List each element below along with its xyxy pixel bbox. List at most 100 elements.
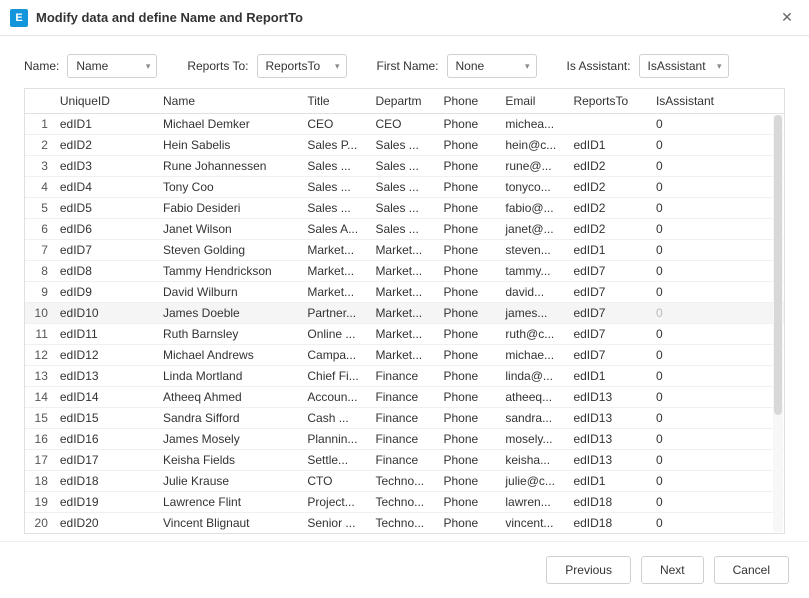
cell-phone[interactable]: Phone bbox=[438, 344, 500, 365]
rownum[interactable]: 1 bbox=[25, 113, 54, 134]
col-isassistant[interactable]: IsAssistant bbox=[650, 89, 784, 113]
cell-isassistant[interactable]: 0 bbox=[650, 470, 784, 491]
cell-isassistant[interactable]: 0 bbox=[650, 134, 784, 155]
cell-uniqueid[interactable]: edID9 bbox=[54, 281, 157, 302]
cell-department[interactable]: Finance bbox=[369, 428, 437, 449]
rownum[interactable]: 9 bbox=[25, 281, 54, 302]
cell-email[interactable]: james... bbox=[499, 302, 567, 323]
cell-uniqueid[interactable]: edID5 bbox=[54, 197, 157, 218]
cell-title[interactable]: Market... bbox=[301, 239, 369, 260]
cell-department[interactable]: Techno... bbox=[369, 470, 437, 491]
cell-title[interactable]: Sales ... bbox=[301, 176, 369, 197]
cell-department[interactable]: Finance bbox=[369, 365, 437, 386]
cell-isassistant[interactable]: 0 bbox=[650, 155, 784, 176]
cell-department[interactable]: CEO bbox=[369, 113, 437, 134]
table-row[interactable]: 15edID15Sandra SiffordCash ...FinancePho… bbox=[25, 407, 784, 428]
cell-uniqueid[interactable]: edID12 bbox=[54, 344, 157, 365]
cell-uniqueid[interactable]: edID18 bbox=[54, 470, 157, 491]
cell-title[interactable]: Accoun... bbox=[301, 386, 369, 407]
rownum[interactable]: 18 bbox=[25, 470, 54, 491]
col-uniqueid[interactable]: UniqueID bbox=[54, 89, 157, 113]
cell-reportsto[interactable]: edID1 bbox=[567, 470, 650, 491]
table-row[interactable]: 11edID11Ruth BarnsleyOnline ...Market...… bbox=[25, 323, 784, 344]
cell-phone[interactable]: Phone bbox=[438, 365, 500, 386]
cell-name[interactable]: Tony Coo bbox=[157, 176, 301, 197]
cell-uniqueid[interactable]: edID3 bbox=[54, 155, 157, 176]
firstname-dropdown[interactable]: None ▾ bbox=[447, 54, 537, 78]
cell-email[interactable]: vincent... bbox=[499, 512, 567, 533]
cell-isassistant[interactable]: 0 bbox=[650, 344, 784, 365]
cell-phone[interactable]: Phone bbox=[438, 176, 500, 197]
cell-email[interactable]: carole... bbox=[499, 533, 567, 534]
table-row[interactable]: 6edID6Janet WilsonSales A...Sales ...Pho… bbox=[25, 218, 784, 239]
cell-uniqueid[interactable]: edID7 bbox=[54, 239, 157, 260]
cell-name[interactable]: Steven Golding bbox=[157, 239, 301, 260]
cell-reportsto[interactable]: edID18 bbox=[567, 533, 650, 534]
previous-button[interactable]: Previous bbox=[546, 556, 631, 584]
cell-uniqueid[interactable]: edID2 bbox=[54, 134, 157, 155]
rownum[interactable]: 13 bbox=[25, 365, 54, 386]
cell-name[interactable]: Sandra Sifford bbox=[157, 407, 301, 428]
cell-title[interactable]: Settle... bbox=[301, 449, 369, 470]
cell-email[interactable]: tonyco... bbox=[499, 176, 567, 197]
cell-phone[interactable]: Phone bbox=[438, 491, 500, 512]
cell-name[interactable]: Carole Riley bbox=[157, 533, 301, 534]
table-row[interactable]: 21edID21Carole RileySystem...Techno...Ph… bbox=[25, 533, 784, 534]
cell-title[interactable]: Sales A... bbox=[301, 218, 369, 239]
cell-uniqueid[interactable]: edID8 bbox=[54, 260, 157, 281]
table-row[interactable]: 9edID9David WilburnMarket...Market...Pho… bbox=[25, 281, 784, 302]
cell-phone[interactable]: Phone bbox=[438, 533, 500, 534]
cell-phone[interactable]: Phone bbox=[438, 470, 500, 491]
cell-uniqueid[interactable]: edID11 bbox=[54, 323, 157, 344]
cell-isassistant[interactable]: 0 bbox=[650, 323, 784, 344]
cell-title[interactable]: Plannin... bbox=[301, 428, 369, 449]
cell-email[interactable]: ruth@c... bbox=[499, 323, 567, 344]
cell-isassistant[interactable]: 0 bbox=[650, 428, 784, 449]
table-row[interactable]: 17edID17Keisha FieldsSettle...FinancePho… bbox=[25, 449, 784, 470]
cell-name[interactable]: Julie Krause bbox=[157, 470, 301, 491]
cell-reportsto[interactable]: edID2 bbox=[567, 176, 650, 197]
cancel-button[interactable]: Cancel bbox=[714, 556, 789, 584]
cell-isassistant[interactable]: 0 bbox=[650, 365, 784, 386]
cell-uniqueid[interactable]: edID13 bbox=[54, 365, 157, 386]
cell-reportsto[interactable]: edID7 bbox=[567, 281, 650, 302]
cell-name[interactable]: Linda Mortland bbox=[157, 365, 301, 386]
cell-department[interactable]: Finance bbox=[369, 386, 437, 407]
rownum[interactable]: 8 bbox=[25, 260, 54, 281]
cell-isassistant[interactable]: 0 bbox=[650, 260, 784, 281]
cell-phone[interactable]: Phone bbox=[438, 428, 500, 449]
cell-phone[interactable]: Phone bbox=[438, 260, 500, 281]
cell-department[interactable]: Market... bbox=[369, 239, 437, 260]
cell-department[interactable]: Sales ... bbox=[369, 197, 437, 218]
cell-department[interactable]: Market... bbox=[369, 302, 437, 323]
cell-uniqueid[interactable]: edID20 bbox=[54, 512, 157, 533]
cell-reportsto[interactable]: edID13 bbox=[567, 428, 650, 449]
rownum[interactable]: 15 bbox=[25, 407, 54, 428]
col-department[interactable]: Departm bbox=[369, 89, 437, 113]
table-row[interactable]: 1edID1Michael DemkerCEOCEOPhonemichea...… bbox=[25, 113, 784, 134]
cell-reportsto[interactable]: edID7 bbox=[567, 302, 650, 323]
cell-email[interactable]: tammy... bbox=[499, 260, 567, 281]
cell-title[interactable]: Cash ... bbox=[301, 407, 369, 428]
cell-reportsto[interactable] bbox=[567, 113, 650, 134]
table-row[interactable]: 12edID12Michael AndrewsCampa...Market...… bbox=[25, 344, 784, 365]
col-reportsto[interactable]: ReportsTo bbox=[567, 89, 650, 113]
cell-phone[interactable]: Phone bbox=[438, 239, 500, 260]
cell-email[interactable]: michea... bbox=[499, 113, 567, 134]
vertical-scrollbar[interactable] bbox=[773, 115, 783, 532]
cell-department[interactable]: Market... bbox=[369, 323, 437, 344]
rownum[interactable]: 10 bbox=[25, 302, 54, 323]
rownum[interactable]: 20 bbox=[25, 512, 54, 533]
name-dropdown[interactable]: Name ▾ bbox=[67, 54, 157, 78]
rownum[interactable]: 16 bbox=[25, 428, 54, 449]
cell-department[interactable]: Market... bbox=[369, 260, 437, 281]
table-row[interactable]: 5edID5Fabio DesideriSales ...Sales ...Ph… bbox=[25, 197, 784, 218]
cell-name[interactable]: Ruth Barnsley bbox=[157, 323, 301, 344]
rownum[interactable]: 17 bbox=[25, 449, 54, 470]
table-row[interactable]: 2edID2Hein SabelisSales P...Sales ...Pho… bbox=[25, 134, 784, 155]
cell-isassistant[interactable]: 0 bbox=[650, 281, 784, 302]
cell-email[interactable]: hein@c... bbox=[499, 134, 567, 155]
cell-uniqueid[interactable]: edID21 bbox=[54, 533, 157, 534]
cell-isassistant[interactable]: 0 bbox=[650, 113, 784, 134]
cell-isassistant[interactable]: 0 bbox=[650, 407, 784, 428]
